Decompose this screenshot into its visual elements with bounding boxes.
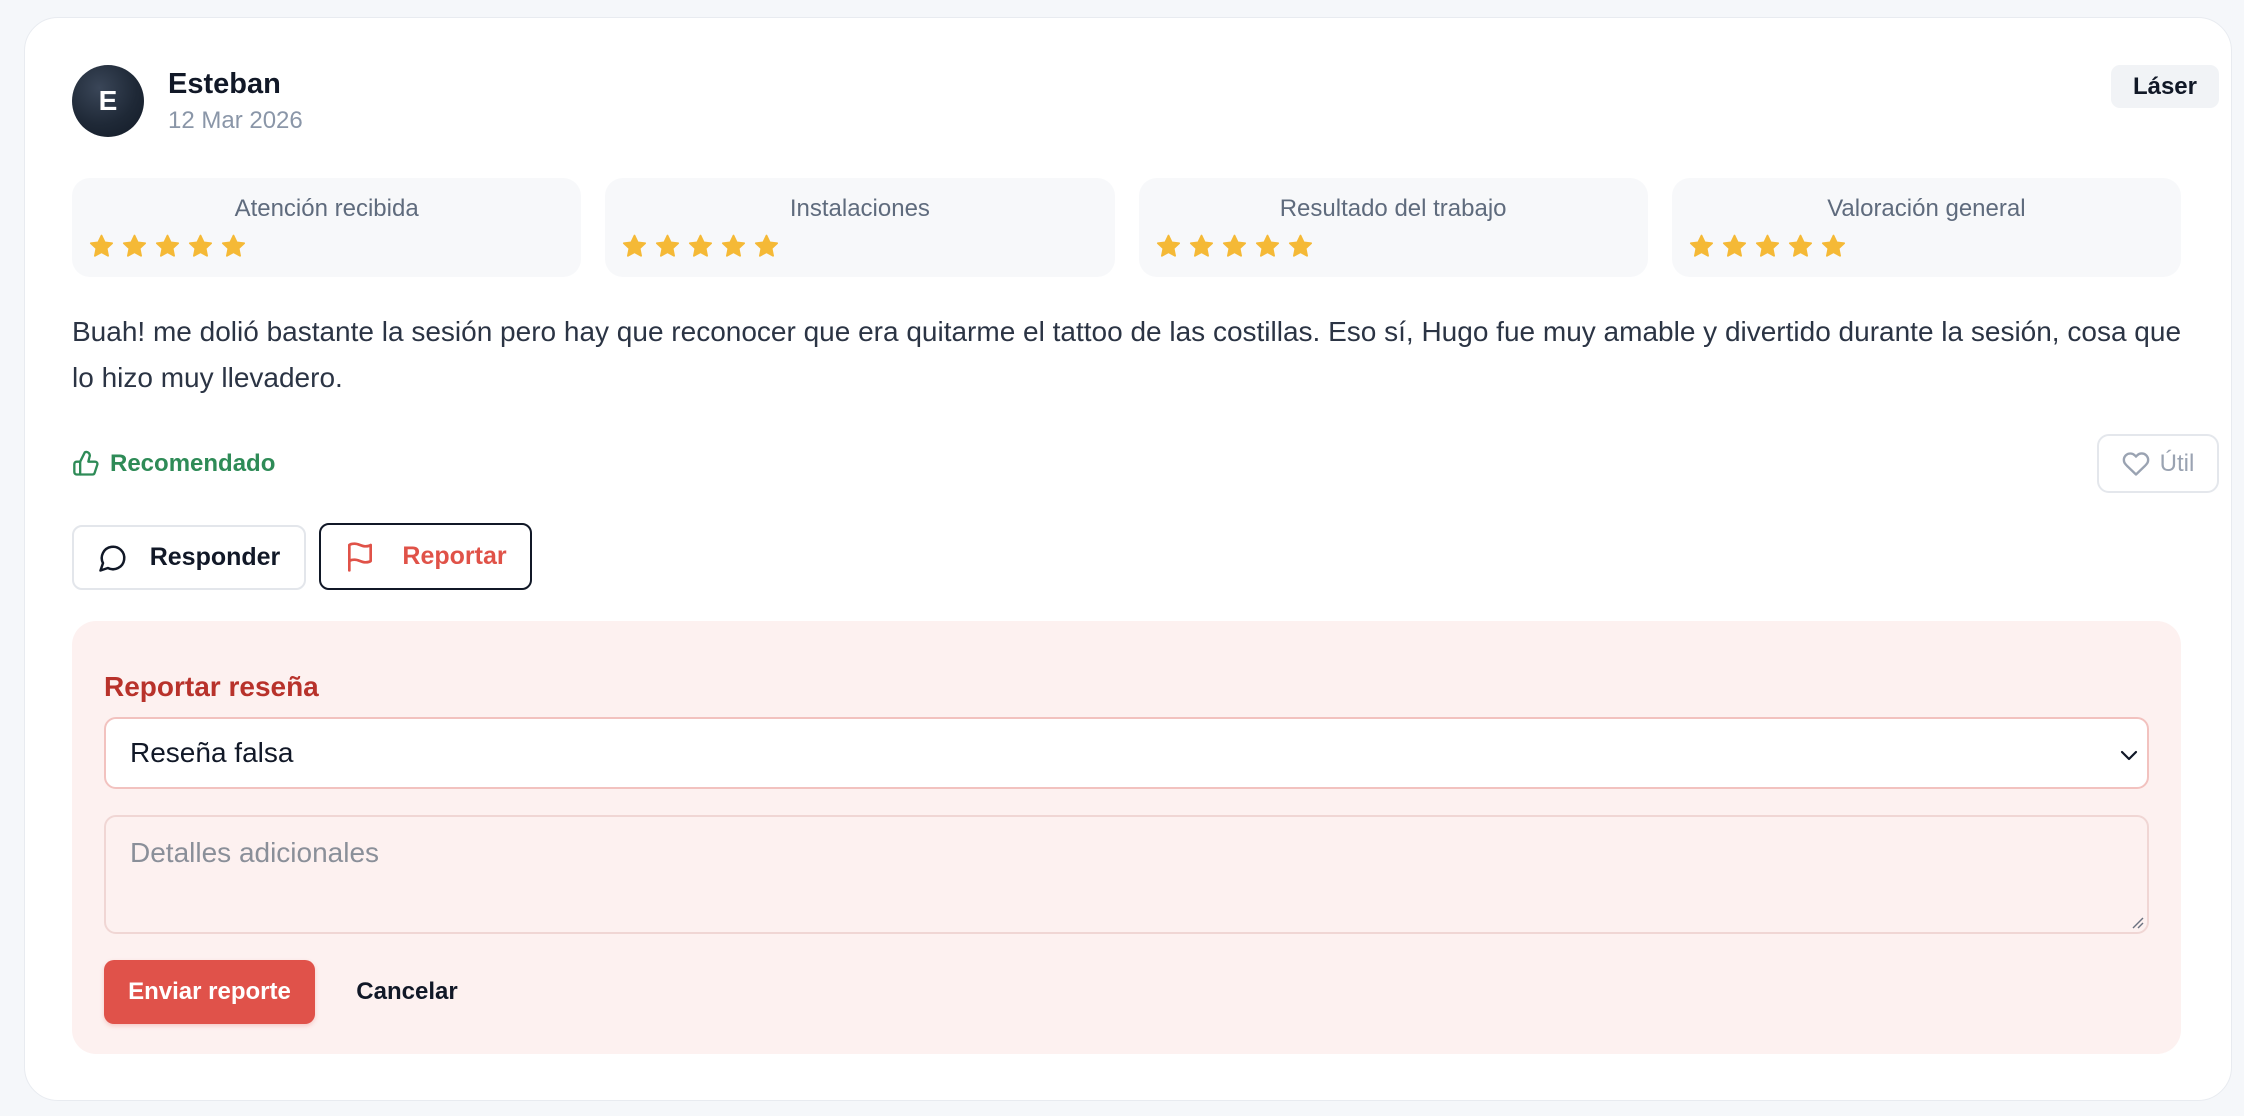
report-details-textarea[interactable]: Detalles adicionales: [104, 815, 2149, 934]
review-body: Buah! me dolió bastante la sesión pero h…: [72, 316, 2182, 393]
star-icon: [1156, 234, 1180, 257]
cancel-button[interactable]: Cancelar: [317, 960, 497, 1024]
star-icon: [1255, 234, 1279, 257]
resize-handle-icon[interactable]: [2129, 914, 2145, 930]
ratings-row: Atención recibida Instalaciones Resultad…: [72, 178, 2181, 277]
rating-label: Atención recibida: [234, 195, 419, 222]
star-icon: [1722, 234, 1746, 257]
report-title: Reportar reseña: [104, 671, 319, 702]
report-reason-select[interactable]: Reseña falsa: [104, 717, 2149, 789]
author-name: Esteban: [168, 68, 281, 100]
thumbs-up-icon: [73, 450, 99, 476]
report-label: Reportar: [402, 542, 507, 570]
rating-card: Instalaciones: [605, 178, 1115, 277]
flag-icon: [348, 541, 373, 572]
chevron-down-icon: [2120, 750, 2138, 761]
rating-card: Resultado del trabajo: [1138, 178, 1648, 277]
star-icon: [656, 234, 680, 257]
star-icon: [1821, 234, 1845, 257]
reply-button[interactable]: Responder: [72, 525, 306, 590]
star-icon: [722, 234, 746, 257]
star-icon: [1288, 234, 1312, 257]
details-placeholder: Detalles adicionales: [130, 837, 380, 868]
star-icon: [188, 234, 213, 257]
recommended-label: Recomendado: [110, 450, 276, 477]
rating-label: Resultado del trabajo: [1279, 195, 1507, 222]
helpful-button[interactable]: Útil: [2097, 434, 2219, 493]
star-icon: [1222, 234, 1246, 257]
review-date: 12 Mar 2026: [168, 107, 303, 134]
star-icon: [221, 234, 246, 257]
chat-bubble-icon: [98, 545, 126, 572]
recommended-badge: Recomendado: [72, 450, 275, 478]
report-reason-value: Reseña falsa: [130, 737, 294, 768]
star-icon: [755, 234, 779, 257]
star-icon: [1689, 234, 1713, 257]
heart-icon: [2122, 451, 2149, 476]
star-icon: [155, 234, 180, 257]
rating-label: Valoración general: [1827, 195, 2026, 222]
rating-label: Instalaciones: [789, 195, 930, 222]
star-rating: [1155, 233, 1314, 260]
review-card: E Esteban 12 Mar 2026 Láser Atención rec…: [24, 17, 2232, 1101]
report-button[interactable]: Reportar: [319, 523, 532, 590]
rating-card: Valoración general: [1671, 178, 2181, 277]
avatar: E: [72, 65, 144, 137]
submit-report-button[interactable]: Enviar reporte: [104, 960, 315, 1024]
star-icon: [623, 234, 647, 257]
star-icon: [1189, 234, 1213, 257]
service-tag: Láser: [2110, 65, 2219, 108]
rating-card: Atención recibida: [72, 178, 582, 277]
star-icon: [89, 234, 114, 257]
star-icon: [689, 234, 713, 257]
avatar-initial: E: [98, 85, 118, 116]
star-rating: [621, 233, 780, 260]
star-rating: [1688, 233, 1847, 260]
report-panel: Reportar reseña Reseña falsa Detalles ad…: [72, 621, 2181, 1054]
star-icon: [1755, 234, 1779, 257]
reply-label: Responder: [149, 543, 281, 571]
star-icon: [122, 234, 147, 257]
star-rating: [88, 233, 247, 260]
helpful-label: Útil: [2159, 449, 2195, 477]
star-icon: [1788, 234, 1812, 257]
